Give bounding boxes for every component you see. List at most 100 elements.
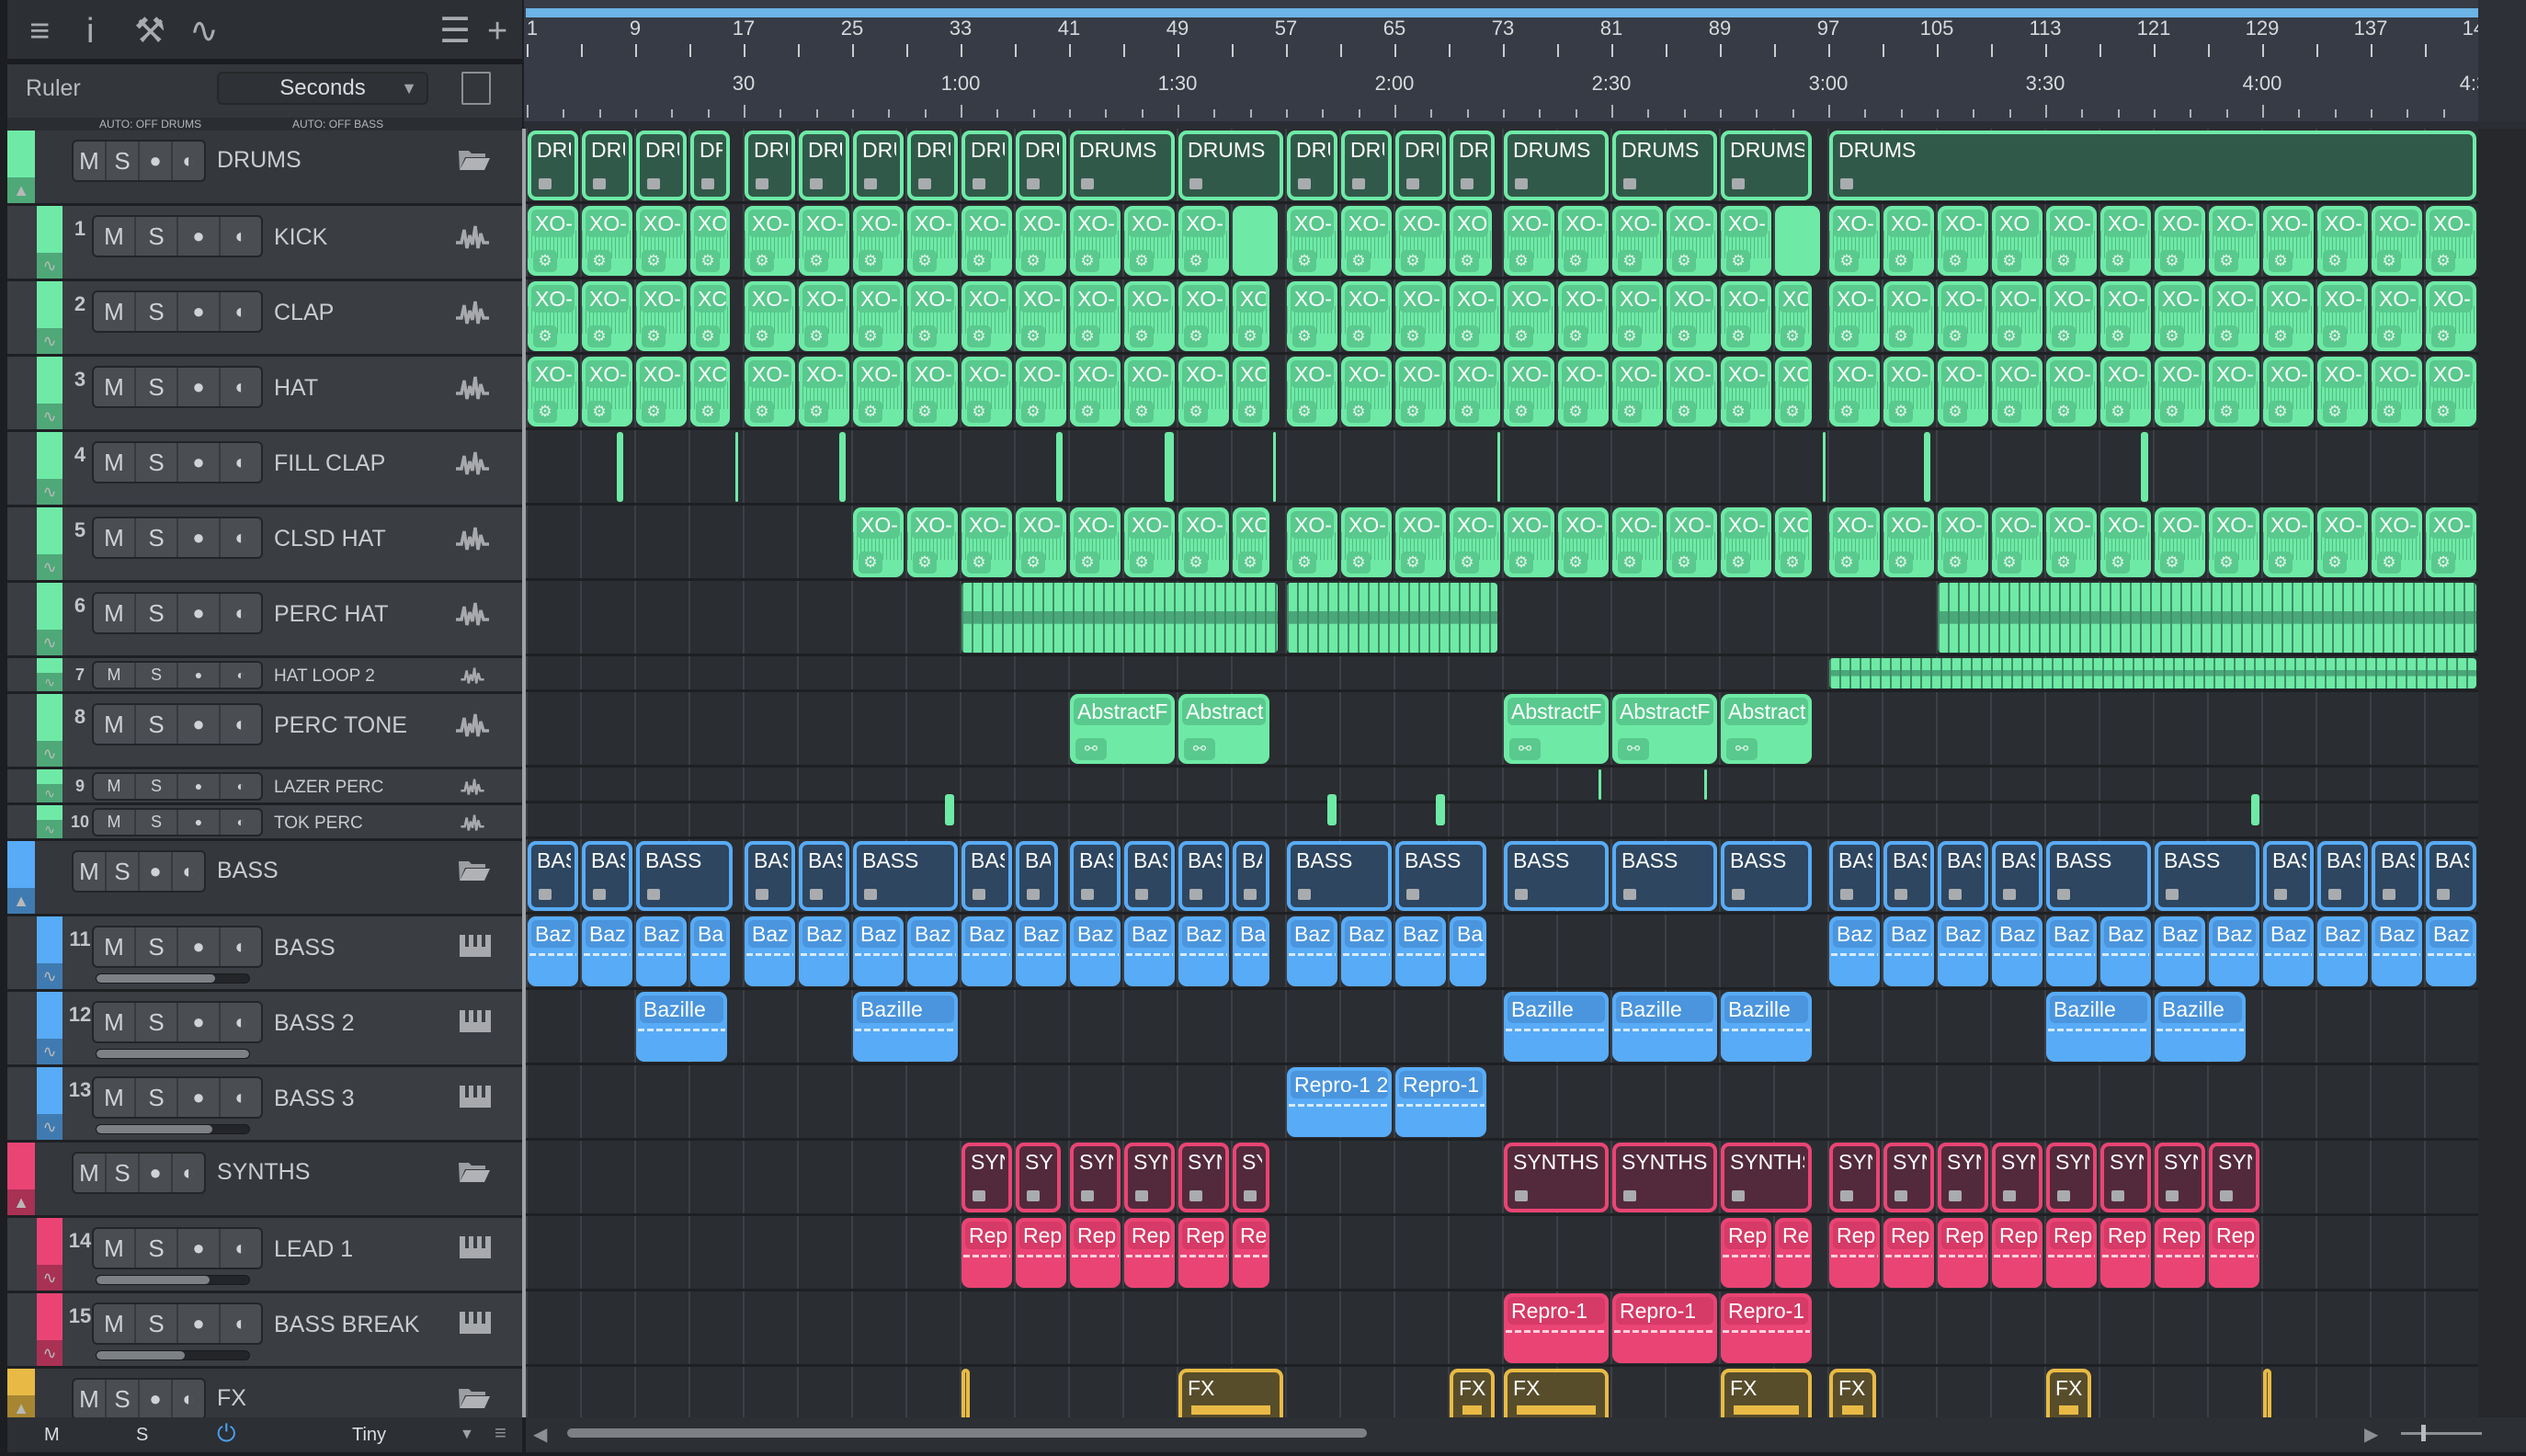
event-clip[interactable]: XO- ⚙ [1016, 507, 1066, 577]
monitor-button[interactable]: ◐ [221, 594, 261, 632]
folder-clip[interactable]: SYNTHS [2155, 1143, 2205, 1212]
event-clip[interactable]: XO- ⚙ [2209, 281, 2259, 351]
folder-clip[interactable]: DRUMS [1721, 131, 1813, 200]
event-clip[interactable]: XO- ⚙ [1558, 507, 1609, 577]
solo-button[interactable]: S [136, 1078, 178, 1117]
folder-clip[interactable]: BASS [1612, 841, 1717, 911]
event-clip[interactable]: XO- ⚙ [1829, 281, 1880, 351]
event-clip[interactable]: Rep [961, 1218, 1012, 1288]
event-clip[interactable]: XO- ⚙ [1721, 281, 1771, 351]
event-clip[interactable]: XO- ⚙ [2263, 281, 2314, 351]
event-clip[interactable]: AbstractF ⚯ [1070, 694, 1175, 764]
automation-icon[interactable]: ∿ [37, 253, 63, 279]
event-clip[interactable]: XO- ⚙ [1124, 507, 1175, 577]
event-clip[interactable] [961, 583, 1279, 653]
event-clip[interactable]: Rep [1992, 1218, 2042, 1288]
scroll-right-icon[interactable]: ▶ [2364, 1423, 2378, 1446]
arrangement-lanes[interactable]: DRUMS DRUMS DRUMS DRUMS DRUMS DRUMS DRUMS DRUMS… [526, 129, 2478, 1417]
event-clip[interactable]: XO- ⚙ [907, 206, 958, 276]
event-clip[interactable]: XO- ⚙ [2046, 206, 2097, 276]
event-clip[interactable]: XO- ⚙ [2263, 507, 2314, 577]
event-clip[interactable]: XO- ⚙ [1667, 281, 1717, 351]
folder-clip[interactable]: BASS [1016, 841, 1059, 911]
monitor-button[interactable]: ◐ [221, 1078, 261, 1117]
folder-expand-icon[interactable]: ▲ [7, 1189, 35, 1215]
folder-expand-icon[interactable]: ▲ [7, 177, 35, 203]
solo-button[interactable]: S [107, 1154, 140, 1192]
event-clip[interactable]: XO- ⚙ [907, 507, 958, 577]
folder-clip[interactable]: BASS [2046, 841, 2151, 911]
event-clip[interactable]: XO ⚙ [690, 206, 731, 276]
event-clip[interactable] [1704, 769, 1708, 800]
event-clip[interactable]: XO- ⚙ [2100, 507, 2151, 577]
event-clip[interactable]: XO- ⚙ [1395, 206, 1446, 276]
event-clip[interactable]: XO- ⚙ [961, 206, 1012, 276]
event-clip[interactable]: XO- ⚙ [1341, 357, 1392, 427]
event-clip[interactable] [617, 432, 623, 502]
automation-icon[interactable]: ∿ [37, 1340, 63, 1366]
event-clip[interactable]: Baz [2100, 916, 2151, 986]
track-lane[interactable] [526, 430, 2478, 506]
automation-icon[interactable]: ∿ [37, 1114, 63, 1140]
track-header-kick[interactable]: ∿ 1 M S ● ◐ KICK [7, 206, 522, 281]
event-clip[interactable] [1829, 658, 2476, 688]
folder-clip[interactable]: SYNTHS [1016, 1143, 1062, 1212]
event-clip[interactable]: Baz [1287, 916, 1337, 986]
track-name[interactable]: PERC HAT [274, 601, 389, 628]
event-clip[interactable]: XO- ⚙ [2155, 507, 2205, 577]
record-arm-button[interactable]: ● [178, 1003, 221, 1041]
record-arm-button[interactable]: ● [178, 705, 221, 744]
event-clip[interactable]: XO- ⚙ [1395, 281, 1446, 351]
event-clip[interactable]: Rep [1016, 1218, 1066, 1288]
folder-clip[interactable]: BASS [1938, 841, 1988, 911]
folder-clip[interactable]: FX [2046, 1369, 2092, 1417]
event-clip[interactable]: Rep [1070, 1218, 1121, 1288]
solo-button[interactable]: S [136, 594, 178, 632]
track-lane[interactable] [526, 768, 2478, 803]
track-name[interactable]: KICK [274, 224, 327, 251]
event-clip[interactable]: Rep [2100, 1218, 2151, 1288]
event-clip[interactable]: XO- ⚙ [1883, 357, 1934, 427]
event-clip[interactable]: XO- ⚙ [907, 357, 958, 427]
track-header-fx[interactable]: ▲ M S ● ◐ FX [7, 1369, 522, 1417]
event-clip[interactable]: XO- ⚙ [636, 357, 687, 427]
event-clip[interactable]: XO- ⚙ [1395, 357, 1446, 427]
event-clip[interactable]: XO- ⚙ [1504, 281, 1554, 351]
event-clip[interactable]: XO- ⚙ [582, 206, 632, 276]
folder-clip[interactable]: DRUMS [745, 131, 795, 200]
event-clip[interactable]: XO- ⚙ [853, 357, 904, 427]
folder-clip[interactable]: SYNTHS [1829, 1143, 1880, 1212]
folder-clip[interactable]: FX [1504, 1369, 1609, 1417]
record-arm-button[interactable]: ● [178, 663, 221, 688]
folder-clip[interactable]: SYNTHS [1883, 1143, 1934, 1212]
ruler-options-icon[interactable] [461, 72, 491, 105]
monitor-button[interactable]: ◐ [221, 663, 261, 688]
event-clip[interactable]: Baz [1938, 916, 1988, 986]
folder-clip[interactable]: SYNTHS [1178, 1143, 1229, 1212]
record-arm-button[interactable]: ● [178, 594, 221, 632]
folder-clip[interactable]: SYNTHS [1070, 1143, 1121, 1212]
folder-clip[interactable]: BASS [745, 841, 795, 911]
event-clip[interactable]: Baz [2209, 916, 2259, 986]
folder-clip[interactable]: BASS [2263, 841, 2314, 911]
folder-clip[interactable]: BASS [1287, 841, 1392, 911]
event-clip[interactable] [1165, 432, 1174, 502]
solo-button[interactable]: S [107, 1380, 140, 1417]
event-clip[interactable]: XO ⚙ [1992, 206, 2042, 276]
event-clip[interactable]: XO- ⚙ [1883, 507, 1934, 577]
event-clip[interactable]: XO- ⚙ [2317, 507, 2368, 577]
event-clip[interactable]: XO- ⚙ [961, 357, 1012, 427]
event-clip[interactable]: XO- ⚙ [1612, 206, 1663, 276]
automation-icon[interactable]: ∿ [37, 1039, 63, 1064]
event-clip[interactable]: Baz [1070, 916, 1121, 986]
folder-expand-icon[interactable]: ▲ [7, 888, 35, 914]
event-clip[interactable]: XO- ⚙ [907, 281, 958, 351]
folder-clip[interactable]: BASS [582, 841, 632, 911]
event-clip[interactable]: XO- ⚙ [853, 507, 904, 577]
track-lane[interactable]: AbstractF ⚯ Abstract ⚯ AbstractF ⚯ AbstractF ⚯ A… [526, 692, 2478, 768]
record-arm-button[interactable]: ● [140, 852, 173, 891]
solo-button[interactable]: S [136, 518, 178, 557]
event-clip[interactable]: Baz [1341, 916, 1392, 986]
folder-clip[interactable]: DRUMS [799, 131, 849, 200]
event-clip[interactable]: XO- ⚙ [1938, 206, 1988, 276]
